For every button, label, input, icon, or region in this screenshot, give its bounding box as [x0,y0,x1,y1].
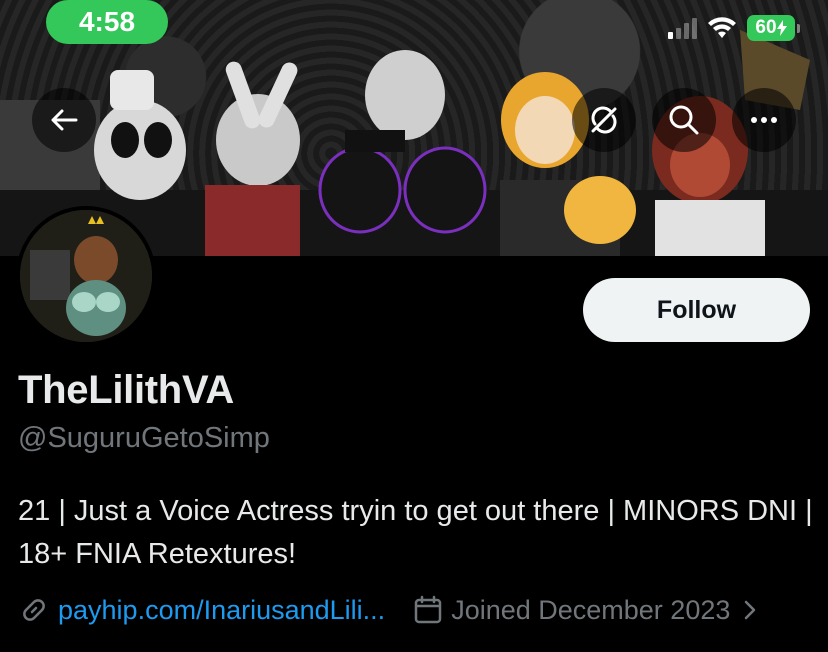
more-options-button[interactable] [732,88,796,152]
profile-meta-row: payhip.com/InariusandLili... Joined Dece… [18,590,758,630]
wifi-icon [708,17,736,38]
link-icon [23,599,45,621]
more-icon [751,117,777,123]
chevron-right-icon[interactable] [742,599,758,621]
status-icons: 60 [668,10,800,46]
back-button[interactable] [32,88,96,152]
battery-level: 60 [747,15,795,41]
cellular-signal-icon [668,17,697,39]
profile-avatar[interactable] [16,206,156,346]
follow-button[interactable]: Follow [583,278,810,342]
display-name: TheLilithVA [18,368,234,412]
profile-website-link[interactable]: payhip.com/InariusandLili... [58,595,385,626]
profile-bio: 21 | Just a Voice Actress tryin to get o… [18,495,813,570]
calendar-icon [414,595,442,624]
status-time: 4:58 [46,0,168,44]
charging-bolt-icon [776,20,787,36]
battery-percent: 60 [755,17,777,38]
battery-icon: 60 [747,15,800,41]
sync-button[interactable] [572,88,636,152]
search-button[interactable] [652,88,716,152]
back-arrow-icon [51,109,78,131]
avatar-image [20,210,152,342]
joined-date[interactable]: Joined December 2023 [451,595,730,626]
user-handle: @SuguruGetoSimp [18,422,270,454]
sync-icon [591,106,617,134]
search-icon [669,105,699,135]
